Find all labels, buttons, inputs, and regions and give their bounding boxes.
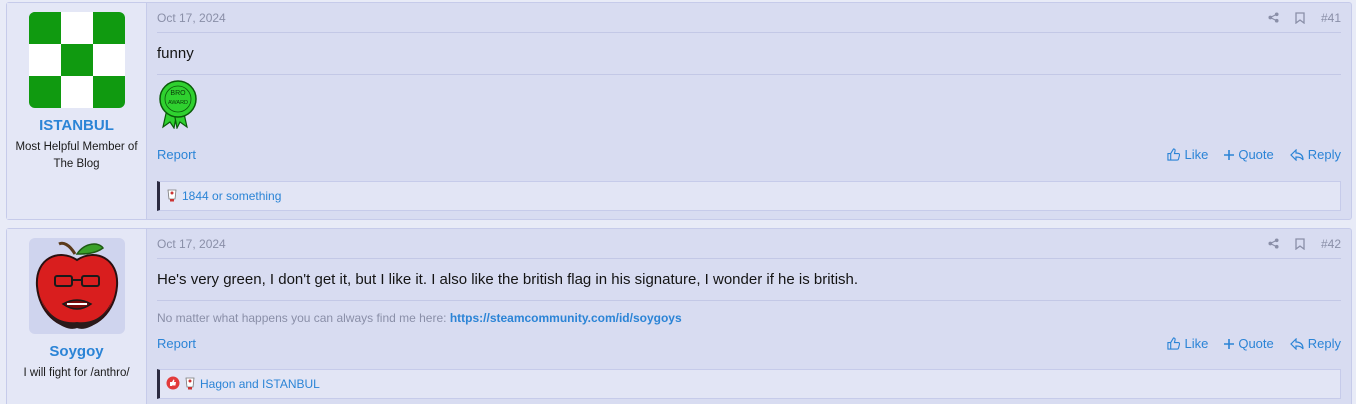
bro-award-image: BRO AWARD xyxy=(157,75,1341,134)
reaction-icon xyxy=(184,376,196,393)
reactions-bar[interactable]: Hagon and ISTANBUL xyxy=(157,369,1341,399)
reply-icon xyxy=(1289,337,1304,350)
post-main: Oct 17, 2024 #42 He's very green, I don'… xyxy=(147,229,1351,404)
like-label: Like xyxy=(1184,147,1209,162)
post-date[interactable]: Oct 17, 2024 xyxy=(157,11,226,25)
like-icon xyxy=(1167,337,1181,350)
user-avatar[interactable] xyxy=(28,238,125,334)
user-panel: ISTANBUL Most Helpful Member of The Blog xyxy=(7,3,147,219)
share-icon[interactable] xyxy=(1268,12,1279,23)
user-title: Most Helpful Member of The Blog xyxy=(15,141,138,170)
user-panel: Soygoy I will fight for /anthro/ xyxy=(7,229,147,404)
like-button[interactable]: Like xyxy=(1167,147,1208,162)
quote-plus-icon xyxy=(1224,338,1235,349)
post-actions: Report Like Quote Reply xyxy=(157,336,1341,351)
svg-text:BRO: BRO xyxy=(170,90,186,97)
post-actions: Report Like Quote Reply xyxy=(157,147,1341,162)
username[interactable]: Soygoy xyxy=(7,343,146,360)
reactions-users[interactable]: Hagon and ISTANBUL xyxy=(200,377,320,391)
like-label: Like xyxy=(1184,336,1209,351)
reaction-icon xyxy=(166,188,178,205)
reply-label: Reply xyxy=(1307,147,1341,162)
post-41: ISTANBUL Most Helpful Member of The Blog… xyxy=(6,2,1352,220)
post-date[interactable]: Oct 17, 2024 xyxy=(157,237,226,251)
username[interactable]: ISTANBUL xyxy=(7,117,146,134)
reply-button[interactable]: Reply xyxy=(1289,147,1341,162)
post-message: funny xyxy=(157,45,194,62)
quote-button[interactable]: Quote xyxy=(1224,147,1274,162)
signature: No matter what happens you can always fi… xyxy=(157,301,1341,335)
reactions-bar[interactable]: 1844 or something xyxy=(157,181,1341,211)
quote-plus-icon xyxy=(1224,149,1235,160)
quote-label: Quote xyxy=(1238,147,1274,162)
reply-label: Reply xyxy=(1307,336,1341,351)
quote-button[interactable]: Quote xyxy=(1224,336,1274,351)
reactions-users[interactable]: 1844 or something xyxy=(182,189,281,203)
user-title: I will fight for /anthro/ xyxy=(23,367,130,379)
dislike-reaction-icon xyxy=(166,376,180,393)
post-attribution: Oct 17, 2024 #41 xyxy=(157,3,1341,33)
reply-button[interactable]: Reply xyxy=(1289,336,1341,351)
report-button[interactable]: Report xyxy=(157,336,196,351)
share-icon[interactable] xyxy=(1268,238,1279,249)
like-button[interactable]: Like xyxy=(1167,336,1208,351)
svg-text:AWARD: AWARD xyxy=(168,100,188,106)
reply-icon xyxy=(1289,148,1304,161)
post-message: He's very green, I don't get it, but I l… xyxy=(157,271,859,288)
user-avatar[interactable] xyxy=(28,12,125,108)
bookmark-icon[interactable] xyxy=(1295,11,1305,24)
post-42: Soygoy I will fight for /anthro/ Oct 17,… xyxy=(6,228,1352,404)
signature-text: No matter what happens you can always fi… xyxy=(157,311,450,325)
bookmark-icon[interactable] xyxy=(1295,237,1305,250)
signature-link[interactable]: https://steamcommunity.com/id/soygoys xyxy=(450,311,682,325)
post-number[interactable]: #41 xyxy=(1321,11,1341,25)
report-button[interactable]: Report xyxy=(157,147,196,162)
post-attribution: Oct 17, 2024 #42 xyxy=(157,229,1341,259)
like-icon xyxy=(1167,148,1181,161)
post-number[interactable]: #42 xyxy=(1321,237,1341,251)
quote-label: Quote xyxy=(1238,336,1274,351)
post-main: Oct 17, 2024 #41 funny BRO AWARD Report … xyxy=(147,3,1351,219)
